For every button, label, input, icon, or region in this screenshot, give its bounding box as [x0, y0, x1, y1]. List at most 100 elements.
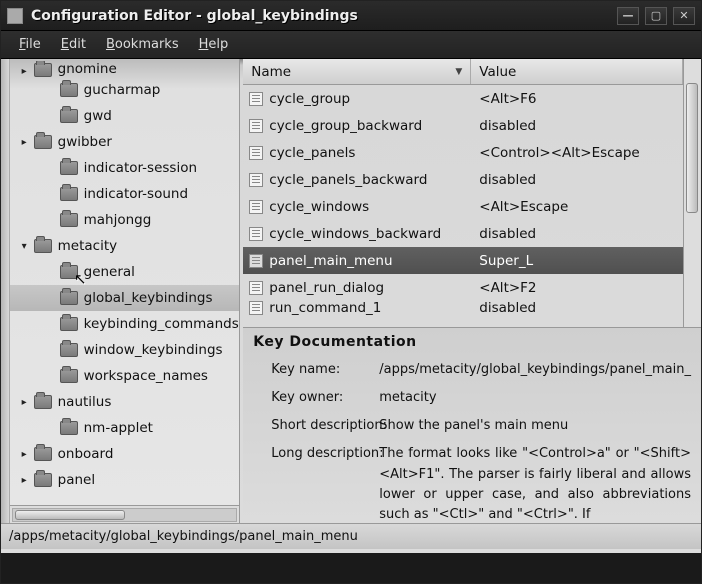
minimize-button[interactable]: — — [617, 7, 639, 25]
left-gutter — [1, 59, 10, 523]
close-button[interactable]: ✕ — [673, 7, 695, 25]
grid-vscrollbar[interactable] — [683, 59, 701, 327]
tree-item-label: gwibber — [58, 134, 112, 150]
table-row[interactable]: cycle_windows_backwarddisabled — [243, 220, 683, 247]
chevron-right-icon[interactable]: ▸ — [22, 137, 32, 148]
tree-item-label: onboard — [58, 446, 114, 462]
tree-item-label: gucharmap — [84, 82, 161, 98]
tree-item-global_keybindings[interactable]: global_keybindings — [10, 285, 239, 311]
tree-view[interactable]: ▸ gnomine gucharmap gwd ▸ gwibber indicator-se… — [10, 59, 239, 505]
folder-icon — [34, 447, 52, 461]
column-name[interactable]: Name ▼ — [243, 59, 471, 84]
tree-item-gwd[interactable]: gwd — [10, 103, 239, 129]
tree-item-nautilus[interactable]: ▸ nautilus — [10, 389, 239, 415]
key-value: <Control><Alt>Escape — [471, 145, 683, 161]
key-icon — [249, 173, 263, 187]
table-row[interactable]: cycle_windows <Alt>Escape — [243, 193, 683, 220]
folder-icon — [60, 343, 78, 357]
table-row[interactable]: cycle_group_backwarddisabled — [243, 112, 683, 139]
tree-item-general[interactable]: general — [10, 259, 239, 285]
tree-item-gucharmap[interactable]: gucharmap — [10, 77, 239, 103]
key-icon — [249, 281, 263, 295]
key-value: Super_L — [471, 253, 683, 269]
doc-long: The format looks like "<Control>a" or "<… — [379, 444, 691, 523]
key-value: <Alt>F2 — [471, 280, 683, 296]
table-row[interactable]: panel_main_menuSuper_L — [243, 247, 683, 274]
tree-item-label: nautilus — [58, 394, 112, 410]
tree-item-indicator-sound[interactable]: indicator-sound — [10, 181, 239, 207]
doc-long-label: Long description: — [253, 444, 379, 523]
tree-pane: ▸ gnomine gucharmap gwd ▸ gwibber indicator-se… — [10, 59, 240, 523]
column-value-label: Value — [479, 64, 516, 80]
folder-icon — [34, 395, 52, 409]
tree-item-onboard[interactable]: ▸ onboard — [10, 441, 239, 467]
key-name: cycle_windows — [269, 199, 369, 215]
column-value[interactable]: Value — [471, 59, 683, 84]
tree-item-metacity[interactable]: ▾metacity — [10, 233, 239, 259]
key-value: <Alt>F6 — [471, 91, 683, 107]
tree-item-label: gnomine — [58, 61, 117, 77]
folder-icon — [60, 161, 78, 175]
tree-item-gnomine[interactable]: ▸ gnomine — [10, 61, 239, 77]
tree-item-label: panel — [58, 472, 95, 488]
folder-icon — [60, 317, 78, 331]
window-title: Configuration Editor - global_keybinding… — [31, 8, 617, 24]
tree-item-label: general — [84, 264, 135, 280]
maximize-button[interactable]: ▢ — [645, 7, 667, 25]
folder-icon — [34, 135, 52, 149]
tree-item-indicator-session[interactable]: indicator-session — [10, 155, 239, 181]
chevron-right-icon[interactable]: ▸ — [22, 66, 32, 77]
folder-icon — [34, 239, 52, 253]
doc-key-owner: metacity — [379, 388, 691, 408]
folder-icon — [60, 187, 78, 201]
tree-item-label: indicator-session — [84, 160, 197, 176]
key-value: disabled — [471, 226, 683, 242]
menu-bookmarks[interactable]: Bookmarks — [98, 33, 187, 56]
table-row[interactable]: cycle_panels<Control><Alt>Escape — [243, 139, 683, 166]
chevron-right-icon[interactable]: ▸ — [22, 449, 32, 460]
key-value: <Alt>Escape — [471, 199, 683, 215]
menubar: File Edit Bookmarks Help — [1, 31, 701, 59]
key-name: run_command_1 — [269, 301, 381, 315]
tree-item-mahjongg[interactable]: mahjongg — [10, 207, 239, 233]
tree-item-label: gwd — [84, 108, 112, 124]
tree-item-gwibber[interactable]: ▸ gwibber — [10, 129, 239, 155]
doc-key-name-label: Key name: — [253, 360, 379, 380]
tree-hscrollbar[interactable] — [10, 505, 239, 523]
tree-item-workspace_names[interactable]: workspace_names — [10, 363, 239, 389]
folder-icon — [60, 421, 78, 435]
menu-help[interactable]: Help — [191, 33, 237, 56]
key-name: cycle_group_backward — [269, 118, 422, 134]
menu-file[interactable]: File — [11, 33, 49, 56]
key-name: panel_run_dialog — [269, 280, 384, 296]
titlebar[interactable]: Configuration Editor - global_keybinding… — [1, 1, 701, 31]
tree-item-label: nm-applet — [84, 420, 153, 436]
tree-item-label: keybinding_commands — [84, 316, 239, 332]
chevron-down-icon[interactable]: ▾ — [22, 241, 32, 252]
key-name: cycle_panels_backward — [269, 172, 427, 188]
table-row[interactable]: cycle_panels_backward disabled — [243, 166, 683, 193]
folder-icon — [34, 63, 52, 77]
tree-item-label: indicator-sound — [84, 186, 188, 202]
chevron-right-icon[interactable]: ▸ — [22, 397, 32, 408]
table-row[interactable]: cycle_group<Alt>F6 — [243, 85, 683, 112]
key-icon — [249, 92, 263, 106]
folder-icon — [60, 265, 78, 279]
doc-key-owner-label: Key owner: — [253, 388, 379, 408]
table-row[interactable]: panel_run_dialog <Alt>F2 — [243, 274, 683, 301]
grid-header: Name ▼ Value — [243, 59, 683, 85]
sort-indicator-icon: ▼ — [455, 67, 462, 77]
key-value: disabled — [471, 301, 683, 315]
table-row[interactable]: run_command_1 disabled — [243, 301, 683, 315]
tree-item-panel[interactable]: ▸ panel — [10, 467, 239, 493]
folder-icon — [60, 291, 78, 305]
tree-item-keybinding_commands[interactable]: keybinding_commands — [10, 311, 239, 337]
folder-icon — [60, 213, 78, 227]
grid-body[interactable]: cycle_group<Alt>F6cycle_group_backwarddi… — [243, 85, 683, 327]
tree-item-nm-applet[interactable]: nm-applet — [10, 415, 239, 441]
tree-item-window_keybindings[interactable]: window_keybindings — [10, 337, 239, 363]
statusbar: /apps/metacity/global_keybindings/panel_… — [1, 523, 701, 549]
chevron-right-icon[interactable]: ▸ — [22, 475, 32, 486]
menu-edit[interactable]: Edit — [53, 33, 94, 56]
key-value: disabled — [471, 172, 683, 188]
